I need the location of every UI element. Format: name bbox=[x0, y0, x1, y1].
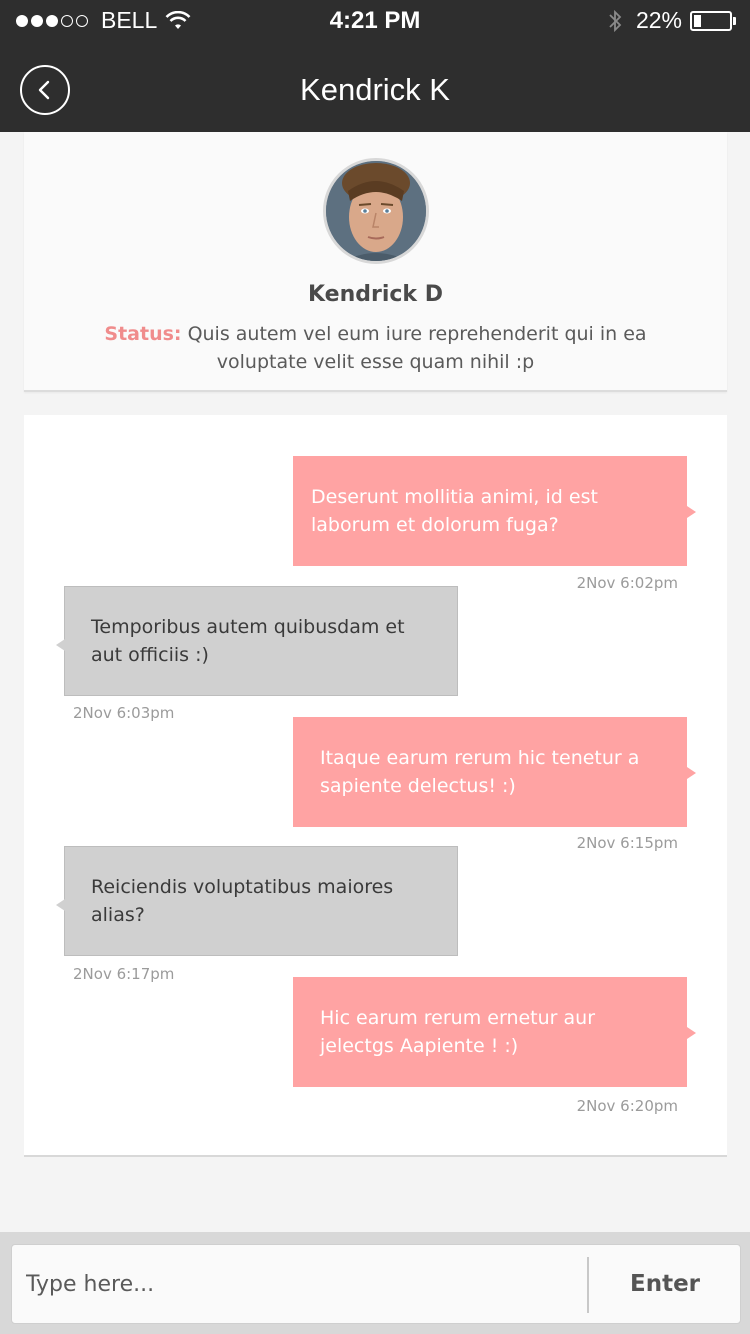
battery-cap bbox=[733, 16, 736, 25]
message-input[interactable] bbox=[26, 1253, 582, 1315]
page-title: Kendrick K bbox=[300, 72, 450, 107]
message-text: Reiciendis voluptatibus maiores alias? bbox=[91, 876, 394, 926]
message-text: Deserunt mollitia animi, id est laborum … bbox=[311, 486, 598, 536]
battery-fill bbox=[694, 14, 701, 27]
signal-dot bbox=[31, 14, 43, 27]
profile-card: Kendrick D Status: Quis autem vel eum iu… bbox=[24, 132, 727, 392]
message-timestamp: 2Nov 6:17pm bbox=[73, 965, 175, 983]
message-bubble-outgoing[interactable]: Hic earum rerum ernetur aur jelectgs Aap… bbox=[293, 977, 696, 1087]
profile-status: Status: Quis autem vel eum iure reprehen… bbox=[94, 320, 657, 376]
composer: Enter bbox=[11, 1244, 741, 1324]
wifi-icon bbox=[165, 10, 191, 29]
status-text: Quis autem vel eum iure reprehenderit qu… bbox=[187, 323, 647, 373]
signal-strength-icon bbox=[16, 14, 91, 27]
message-bubble-outgoing[interactable]: Itaque earum rerum hic tenetur a sapient… bbox=[293, 717, 696, 827]
chevron-left-icon bbox=[38, 80, 50, 100]
status-right: 22% bbox=[608, 7, 736, 34]
status-left: BELL bbox=[16, 7, 191, 34]
carrier-name: BELL bbox=[101, 7, 158, 33]
message-text: Itaque earum rerum hic tenetur a sapient… bbox=[320, 747, 640, 797]
navigation-bar: Kendrick K bbox=[0, 42, 750, 132]
message-text: Hic earum rerum ernetur aur jelectgs Aap… bbox=[320, 1007, 596, 1057]
chat-thread[interactable]: Deserunt mollitia animi, id est laborum … bbox=[24, 415, 727, 1157]
message-timestamp: 2Nov 6:20pm bbox=[576, 1097, 678, 1115]
message-timestamp: 2Nov 6:02pm bbox=[576, 574, 678, 592]
enter-button[interactable]: Enter bbox=[590, 1245, 740, 1323]
signal-dot bbox=[76, 14, 88, 27]
signal-dot bbox=[16, 14, 28, 27]
message-timestamp: 2Nov 6:03pm bbox=[73, 704, 175, 722]
message-bubble-incoming[interactable]: Reiciendis voluptatibus maiores alias? bbox=[56, 846, 458, 956]
message-bubble-outgoing[interactable]: Deserunt mollitia animi, id est laborum … bbox=[293, 456, 696, 566]
status-bar: BELL 4:21 PM 22% bbox=[0, 0, 750, 42]
divider bbox=[587, 1257, 589, 1313]
composer-bar: Enter bbox=[0, 1232, 750, 1334]
back-button[interactable] bbox=[20, 65, 70, 115]
signal-dot bbox=[46, 14, 58, 27]
profile-name: Kendrick D bbox=[308, 282, 443, 307]
message-timestamp: 2Nov 6:15pm bbox=[576, 834, 678, 852]
avatar[interactable] bbox=[323, 158, 429, 264]
message-text: Temporibus autem quibusdam et aut offici… bbox=[91, 616, 405, 666]
status-label: Status: bbox=[104, 323, 182, 345]
battery-percent: 22% bbox=[635, 7, 682, 33]
battery-icon bbox=[690, 10, 732, 31]
message-bubble-incoming[interactable]: Temporibus autem quibusdam et aut offici… bbox=[56, 586, 458, 696]
bluetooth-icon bbox=[609, 9, 622, 32]
avatar-portrait-icon bbox=[326, 161, 426, 261]
signal-dot bbox=[61, 14, 73, 27]
